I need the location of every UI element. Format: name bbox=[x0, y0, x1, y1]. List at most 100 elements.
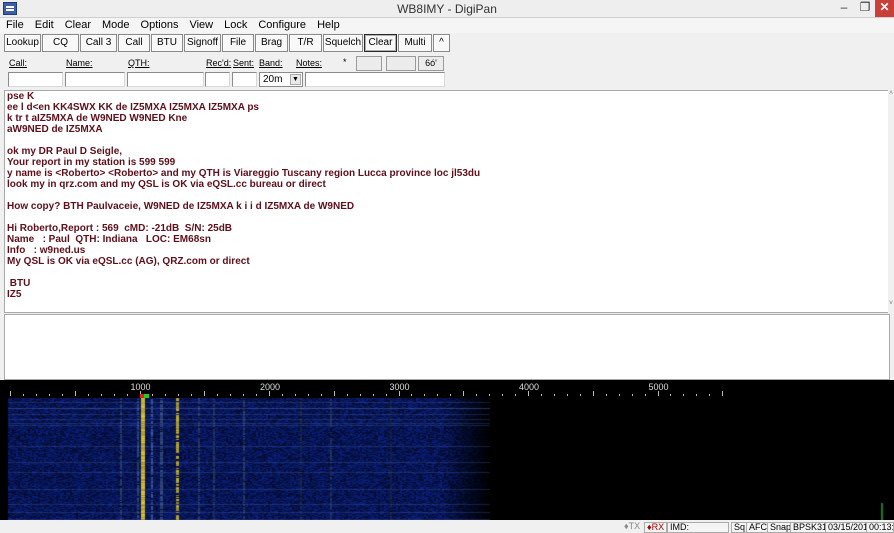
scale-tick bbox=[178, 394, 180, 396]
frequency-label: 5000 bbox=[648, 382, 669, 392]
scale-tick bbox=[346, 394, 348, 396]
chevron-down-icon[interactable]: ▼ bbox=[290, 74, 301, 85]
scale-tick bbox=[515, 394, 517, 396]
name-field[interactable] bbox=[65, 72, 125, 87]
transmit-pane[interactable] bbox=[4, 314, 890, 380]
receive-line: k tr t aIZ5MXA de W9NED W9NED Kne bbox=[7, 113, 188, 124]
menu-help[interactable]: Help bbox=[311, 18, 345, 33]
scale-tick bbox=[411, 394, 413, 396]
scale-tick bbox=[307, 394, 309, 396]
scale-tick bbox=[320, 394, 322, 396]
scale-tick bbox=[333, 391, 335, 396]
scroll-down-icon[interactable]: ˅ bbox=[888, 300, 894, 307]
receive-line: IZ5 bbox=[7, 289, 22, 300]
menu-options[interactable]: Options bbox=[135, 18, 184, 33]
menu-edit[interactable]: Edit bbox=[29, 18, 59, 33]
qth-field[interactable] bbox=[127, 72, 204, 87]
notes-star: * bbox=[343, 57, 347, 67]
sent-label: Sent: bbox=[233, 58, 255, 68]
menu-bar: File Edit Clear Mode Options View Lock C… bbox=[0, 18, 894, 33]
multi-button[interactable]: Multi bbox=[398, 34, 432, 52]
scale-tick bbox=[294, 394, 296, 396]
menu-view[interactable]: View bbox=[183, 18, 218, 33]
maximize-button[interactable]: ❐ bbox=[855, 0, 875, 17]
imd-readout: IMD: bbox=[667, 522, 729, 533]
scale-tick bbox=[670, 394, 672, 396]
waterfall-canvas[interactable] bbox=[0, 398, 894, 520]
frequency-scale[interactable]: 1000 2000 3000 4000 5000 bbox=[0, 380, 894, 398]
scale-tick bbox=[424, 394, 426, 396]
tx-indicator[interactable]: ♦TX bbox=[622, 522, 642, 533]
minimize-button[interactable]: – bbox=[833, 0, 855, 17]
squelch-button[interactable]: Squelch bbox=[323, 34, 363, 52]
scale-tick bbox=[592, 391, 594, 396]
receive-line: Your report in my station is 599 599 bbox=[7, 157, 176, 168]
call-button[interactable]: Call bbox=[118, 34, 150, 52]
receive-line: aW9NED de IZ5MXA bbox=[7, 124, 103, 135]
menu-clear[interactable]: Clear bbox=[59, 18, 96, 33]
band-value: 20m bbox=[263, 74, 283, 85]
scale-tick bbox=[243, 394, 245, 396]
log-save-icon[interactable] bbox=[356, 56, 382, 71]
receive-line bbox=[5, 267, 889, 278]
menu-file[interactable]: File bbox=[0, 18, 29, 33]
receive-line: My QSL is OK via eQSL.cc (AG), QRZ.com o… bbox=[7, 256, 250, 267]
scale-tick bbox=[217, 394, 219, 396]
tr-button[interactable]: T/R bbox=[289, 34, 322, 52]
scale-tick bbox=[191, 394, 193, 396]
call-field[interactable] bbox=[8, 72, 63, 87]
scale-tick bbox=[618, 394, 620, 396]
brag-button[interactable]: Brag bbox=[255, 34, 288, 52]
clear-button[interactable]: Clear bbox=[364, 34, 397, 52]
sent-field[interactable] bbox=[232, 72, 257, 87]
scale-tick bbox=[10, 391, 11, 396]
scale-tick bbox=[256, 394, 258, 396]
name-label: Name: bbox=[66, 58, 93, 68]
scale-tick bbox=[540, 394, 542, 396]
scroll-up-icon[interactable]: ˄ bbox=[888, 90, 894, 97]
recd-field[interactable] bbox=[205, 72, 230, 87]
receive-scrollbar[interactable]: ˄ ˅ bbox=[888, 90, 894, 313]
scale-tick bbox=[152, 394, 154, 396]
receive-line: ok my DR Paul D Seigle, bbox=[7, 146, 123, 157]
glasses-icon[interactable]: 6ó' bbox=[418, 56, 444, 71]
close-button[interactable]: ✕ bbox=[875, 0, 894, 17]
receive-line: BTU bbox=[7, 278, 31, 289]
rx-indicator[interactable]: ♦RX bbox=[644, 522, 668, 533]
receive-pane[interactable]: pse Kee l d<en KK4SWX KK de IZ5MXA IZ5MX… bbox=[4, 90, 890, 313]
waterfall-display[interactable]: 1000 2000 3000 4000 5000 bbox=[0, 380, 894, 520]
scale-tick bbox=[113, 394, 115, 396]
receive-line: Name : Paul QTH: Indiana LOC: EM68sn bbox=[7, 234, 211, 245]
receive-line: Info : w9ned.us bbox=[7, 245, 86, 256]
menu-mode[interactable]: Mode bbox=[96, 18, 135, 33]
frequency-label: 1000 bbox=[130, 382, 151, 392]
scale-tick bbox=[100, 394, 102, 396]
scale-tick bbox=[281, 394, 283, 396]
receive-line bbox=[5, 212, 889, 223]
receive-line: y name is <Roberto> <Roberto> and my QTH… bbox=[7, 168, 481, 179]
file-button[interactable]: File bbox=[222, 34, 254, 52]
log-view-icon[interactable] bbox=[386, 56, 416, 71]
receive-line: ee l d<en KK4SWX KK de IZ5MXA IZ5MXA IZ5… bbox=[7, 102, 259, 113]
receive-line: Hi Roberto,Report : 569 cMD: -21dB S/N: … bbox=[7, 223, 233, 234]
scale-tick bbox=[35, 394, 37, 396]
menu-configure[interactable]: Configure bbox=[252, 18, 311, 33]
btu-button[interactable]: BTU bbox=[151, 34, 183, 52]
lookup-button[interactable]: Lookup bbox=[4, 34, 41, 52]
status-bar: ♦TX ♦RX IMD: Sq AFC Snap BPSK31 03/15/20… bbox=[0, 521, 894, 533]
scale-tick bbox=[204, 391, 206, 396]
scale-tick bbox=[502, 394, 504, 396]
notes-label: Notes: bbox=[296, 58, 323, 68]
scale-tick bbox=[696, 394, 698, 396]
collapse-button[interactable]: ^ bbox=[433, 34, 450, 52]
scale-tick bbox=[74, 391, 76, 396]
signoff-button[interactable]: Signoff bbox=[184, 34, 221, 52]
notes-field[interactable] bbox=[305, 72, 445, 87]
menu-lock[interactable]: Lock bbox=[218, 18, 252, 33]
call3-button[interactable]: Call 3 bbox=[80, 34, 117, 52]
qth-label: QTH: bbox=[128, 58, 150, 68]
scale-tick bbox=[165, 394, 167, 396]
cq-button[interactable]: CQ bbox=[42, 34, 79, 52]
scale-tick bbox=[605, 394, 607, 396]
band-select[interactable]: 20m ▼ bbox=[259, 72, 303, 87]
